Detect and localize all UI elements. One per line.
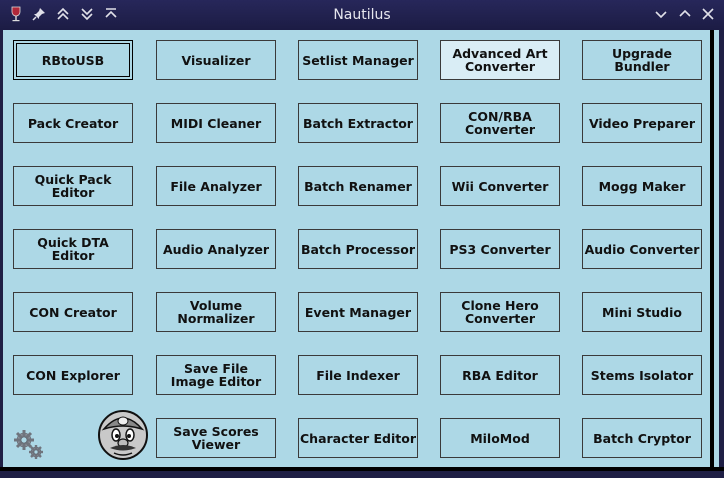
volume-normalizer-button[interactable]: Volume Normalizer [156,292,276,332]
milomod-button[interactable]: MiloMod [440,418,560,458]
character-editor-button[interactable]: Character Editor [298,418,418,458]
wii-converter-button[interactable]: Wii Converter [440,166,560,206]
window-frame-bottom [0,471,724,478]
batch-processor-button[interactable]: Batch Processor [298,229,418,269]
ps3-converter-button[interactable]: PS3 Converter [440,229,560,269]
audio-converter-button[interactable]: Audio Converter [582,229,702,269]
rba-editor-button[interactable]: RBA Editor [440,355,560,395]
save-file-image-editor-button[interactable]: Save File Image Editor [156,355,276,395]
mini-studio-button[interactable]: Mini Studio [582,292,702,332]
batch-cryptor-button[interactable]: Batch Cryptor [582,418,702,458]
mario-face-icon [98,410,148,460]
quick-dta-editor-button[interactable]: Quick DTA Editor [13,229,133,269]
quick-pack-editor-button[interactable]: Quick Pack Editor [13,166,133,206]
visualizer-button[interactable]: Visualizer [156,40,276,80]
minimize-icon[interactable] [653,6,669,22]
window-title: Nautilus [333,7,391,23]
video-preparer-button[interactable]: Video Preparer [582,103,702,143]
file-indexer-button[interactable]: File Indexer [298,355,418,395]
batch-extractor-button[interactable]: Batch Extractor [298,103,418,143]
advanced-art-converter-button[interactable]: Advanced Art Converter [440,40,560,80]
title-bar[interactable]: Nautilus [0,0,724,30]
close-icon[interactable] [700,6,716,22]
mogg-maker-button[interactable]: Mogg Maker [582,166,702,206]
stems-isolator-button[interactable]: Stems Isolator [582,355,702,395]
gears-icon[interactable] [12,428,46,462]
upgrade-bundler-button[interactable]: Upgrade Bundler [582,40,702,80]
audio-analyzer-button[interactable]: Audio Analyzer [156,229,276,269]
con-rba-converter-button[interactable]: CON/RBA Converter [440,103,560,143]
maximize-icon[interactable] [677,6,693,22]
save-scores-viewer-button[interactable]: Save Scores Viewer [156,418,276,458]
con-creator-button[interactable]: CON Creator [13,292,133,332]
rbtousb-button[interactable]: RBtoUSB [13,40,133,80]
setlist-manager-button[interactable]: Setlist Manager [298,40,418,80]
pack-creator-button[interactable]: Pack Creator [13,103,133,143]
clone-hero-converter-button[interactable]: Clone Hero Converter [440,292,560,332]
event-manager-button[interactable]: Event Manager [298,292,418,332]
app-window: Nautilus RBtoUSB Visualizer Setlist Mana… [0,0,724,478]
con-explorer-button[interactable]: CON Explorer [13,355,133,395]
file-analyzer-button[interactable]: File Analyzer [156,166,276,206]
midi-cleaner-button[interactable]: MIDI Cleaner [156,103,276,143]
window-right-border [710,30,714,471]
batch-renamer-button[interactable]: Batch Renamer [298,166,418,206]
